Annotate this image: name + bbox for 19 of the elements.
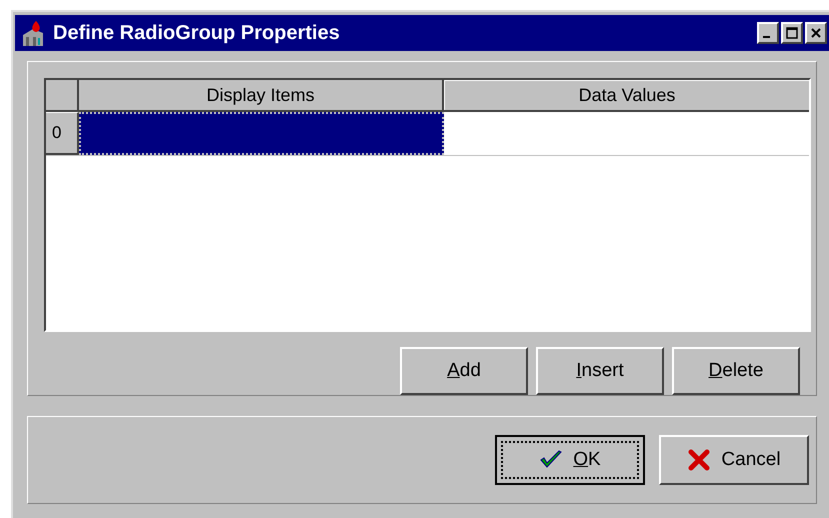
window-title: Define RadioGroup Properties xyxy=(53,21,341,46)
ok-button[interactable]: OK xyxy=(495,435,645,485)
cross-icon xyxy=(687,448,712,472)
row-header[interactable]: 0 xyxy=(46,112,79,155)
minimize-icon xyxy=(763,36,770,38)
minimize-button[interactable] xyxy=(757,22,779,44)
column-header[interactable]: Display Items xyxy=(79,80,444,110)
grid-cell[interactable] xyxy=(79,112,444,155)
maximize-icon xyxy=(785,26,799,40)
grid-corner xyxy=(46,80,79,110)
column-header[interactable]: Data Values xyxy=(444,80,809,110)
row-action-button[interactable]: Add xyxy=(400,347,528,395)
close-icon xyxy=(809,26,823,40)
data-grid[interactable]: Display Items Data Values 0 xyxy=(44,78,811,332)
close-button[interactable] xyxy=(805,22,827,44)
cancel-button[interactable]: Cancel xyxy=(659,435,809,485)
row-action-button[interactable]: Delete xyxy=(672,347,800,395)
maximize-button[interactable] xyxy=(781,22,803,44)
row-action-button[interactable]: Insert xyxy=(536,347,664,395)
